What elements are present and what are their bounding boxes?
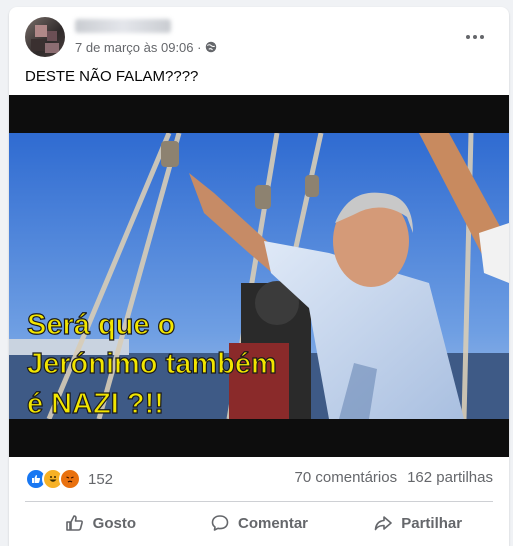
thumbs-up-icon — [65, 515, 83, 531]
post-meta: 7 de março às 09:06 · — [75, 39, 217, 55]
caption-line-1: Será que o — [27, 309, 175, 341]
reactions-count: 152 — [88, 470, 114, 488]
comment-button[interactable]: Comentar — [180, 505, 339, 541]
caption-line-3: é NAZI ?!! — [27, 388, 164, 419]
angry-icon — [59, 468, 81, 490]
facebook-post-card: 7 de março às 09:06 · DESTE NÃO FALAM???… — [9, 7, 509, 546]
avatar[interactable] — [25, 17, 65, 57]
comment-button-label: Comentar — [238, 514, 309, 532]
globe-icon — [206, 41, 217, 53]
post-stats: 70 comentários 162 partilhas — [295, 469, 493, 486]
share-button-label: Partilhar — [401, 514, 463, 532]
post-actions: Gosto Comentar Partilhar — [21, 505, 497, 541]
post-timestamp[interactable]: 7 de março às 09:06 · — [75, 40, 201, 55]
divider — [25, 501, 493, 502]
like-button[interactable]: Gosto — [21, 505, 180, 541]
comments-count-link[interactable]: 70 comentários — [295, 469, 398, 486]
share-button[interactable]: Partilhar — [338, 505, 497, 541]
post-photo: Será que o Jerónimo também é NAZI ?!! — [9, 133, 509, 419]
blurred-author-name[interactable] — [75, 19, 171, 33]
comment-icon — [211, 515, 229, 531]
more-options-button[interactable] — [457, 23, 493, 51]
more-dots-icon — [466, 35, 484, 39]
reactions-summary[interactable]: 152 — [25, 467, 113, 491]
share-arrow-icon — [374, 516, 393, 531]
post-image[interactable]: Será que o Jerónimo também é NAZI ?!! — [9, 95, 509, 457]
like-button-label: Gosto — [92, 514, 136, 532]
caption-line-2: Jerónimo também — [27, 348, 277, 380]
shares-count-link[interactable]: 162 partilhas — [407, 469, 493, 486]
post-header: 7 de março às 09:06 · — [9, 7, 509, 67]
post-text: DESTE NÃO FALAM???? — [25, 68, 199, 85]
